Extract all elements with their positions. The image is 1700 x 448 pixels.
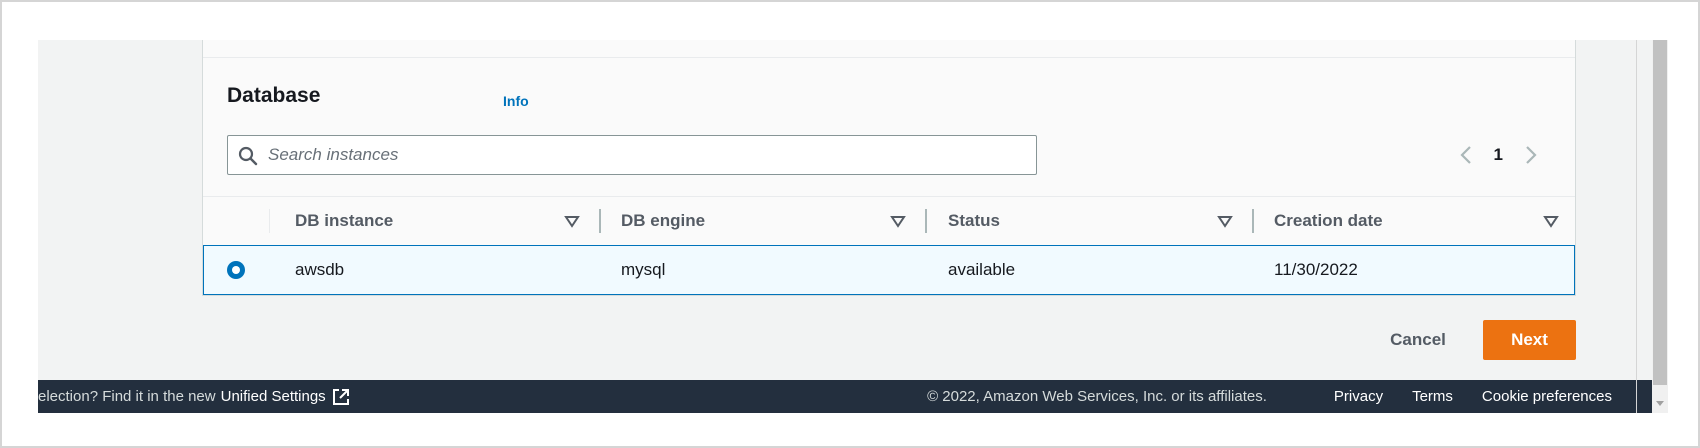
cell-db-instance: awsdb <box>295 260 345 279</box>
search-box[interactable] <box>227 135 1037 175</box>
cell-db-engine: mysql <box>621 260 666 279</box>
vertical-scrollbar[interactable] <box>1652 40 1668 413</box>
next-button[interactable]: Next <box>1483 320 1576 360</box>
table-row[interactable]: awsdb mysql available 11/30/2022 <box>203 245 1575 295</box>
footer: election? Find it in the new Unified Set… <box>38 380 1652 413</box>
table-header: DB instance DB engine Status Creation da… <box>203 196 1575 246</box>
scrollbar-thumb[interactable] <box>1653 40 1667 385</box>
chevron-left-icon[interactable] <box>1456 140 1476 170</box>
cell-creation-date: 11/30/2022 <box>1274 260 1358 279</box>
unified-settings-link[interactable]: Unified Settings <box>221 388 326 405</box>
sort-down-icon[interactable] <box>890 213 906 229</box>
scroll-down-arrow-icon[interactable] <box>1655 395 1665 406</box>
terms-link[interactable]: Terms <box>1412 388 1453 405</box>
page-number[interactable]: 1 <box>1494 145 1503 165</box>
copyright-text: © 2022, Amazon Web Services, Inc. or its… <box>927 388 1267 405</box>
row-radio-selected[interactable] <box>227 261 245 279</box>
column-header-db-instance[interactable]: DB instance <box>295 197 393 245</box>
sort-down-icon[interactable] <box>564 213 580 229</box>
info-link[interactable]: Info <box>503 93 529 109</box>
pagination: 1 <box>1456 140 1541 170</box>
sort-down-icon[interactable] <box>1543 213 1559 229</box>
column-resizer[interactable] <box>599 209 601 233</box>
column-header-creation-date[interactable]: Creation date <box>1274 197 1383 245</box>
column-resizer[interactable] <box>925 209 927 233</box>
footer-links: © 2022, Amazon Web Services, Inc. or its… <box>927 380 1612 413</box>
sort-down-icon[interactable] <box>1217 213 1233 229</box>
settings-notice: election? Find it in the new Unified Set… <box>38 380 350 413</box>
column-header-status[interactable]: Status <box>948 197 1000 245</box>
privacy-link[interactable]: Privacy <box>1334 388 1383 405</box>
radio-dot <box>232 266 240 274</box>
panel-title: Database <box>227 84 321 107</box>
external-link-icon[interactable] <box>332 388 350 406</box>
cell-status: available <box>948 260 1016 279</box>
column-header-db-engine[interactable]: DB engine <box>621 197 705 245</box>
search-input[interactable] <box>268 136 1028 174</box>
content-edge <box>1636 40 1637 413</box>
column-divider <box>269 209 270 233</box>
database-panel: Database Info 1 <box>202 40 1576 296</box>
column-resizer[interactable] <box>1252 209 1254 233</box>
chevron-right-icon[interactable] <box>1521 140 1541 170</box>
panel-divider <box>203 57 1575 58</box>
search-icon <box>238 146 258 166</box>
page-viewport: Database Info 1 <box>38 40 1652 413</box>
settings-notice-text: election? Find it in the new <box>38 388 216 405</box>
cancel-button[interactable]: Cancel <box>1378 320 1458 360</box>
cookie-preferences-link[interactable]: Cookie preferences <box>1482 388 1612 405</box>
